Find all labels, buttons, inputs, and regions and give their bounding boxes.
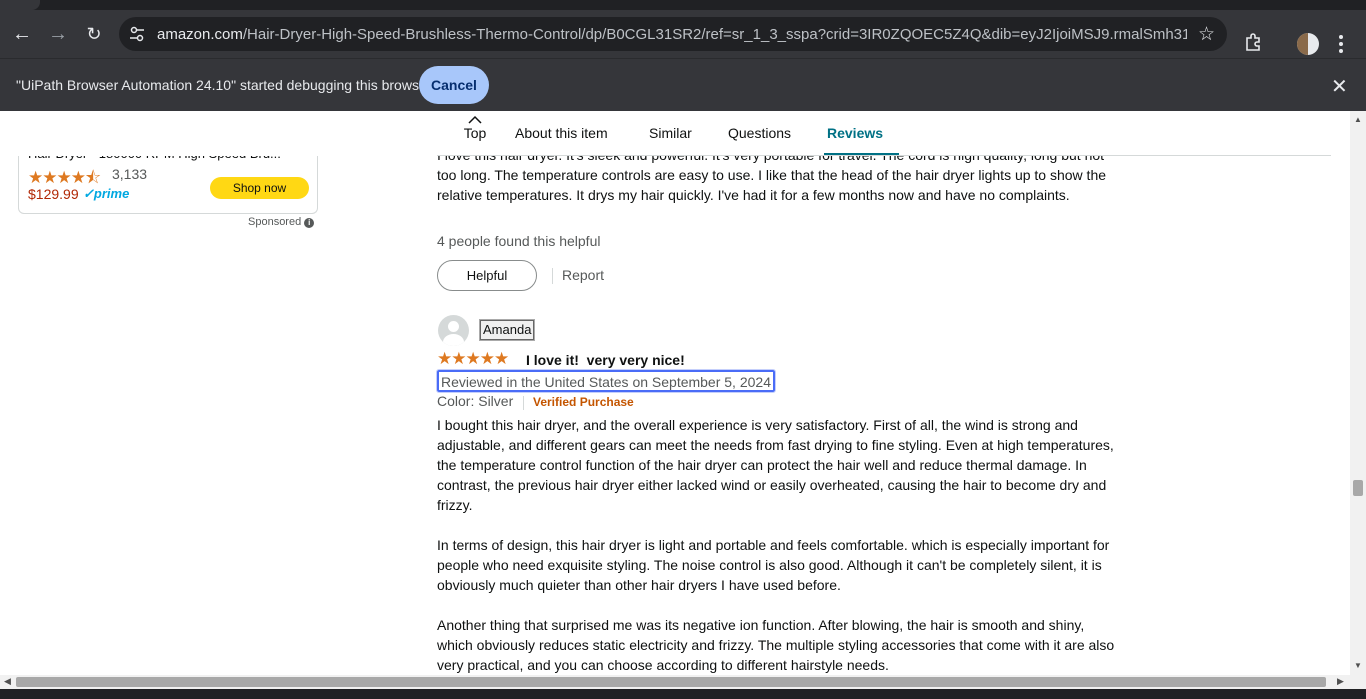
top-label: Top [463,125,487,141]
vertical-scrollbar[interactable]: ▲ ▼ [1350,111,1366,675]
url-host: amazon.com [157,26,243,43]
horizontal-scroll-thumb[interactable] [16,677,1326,687]
forward-arrow-icon[interactable]: → [46,22,70,46]
reload-icon[interactable]: ↻ [82,22,106,46]
kebab-menu-icon[interactable] [1333,32,1349,56]
url-path: /Hair-Dryer-High-Speed-Brushless-Thermo-… [242,26,1187,43]
tab-about-this-item[interactable]: About this item [515,125,608,141]
tab-similar[interactable]: Similar [649,125,692,141]
active-tab-edge[interactable] [0,0,40,10]
ad-rating-count[interactable]: 3,133 [112,166,147,182]
chevron-up-icon [468,115,482,124]
review-color-variant[interactable]: Color: Silver [437,393,513,409]
nav-divider [437,155,1331,156]
tab-questions[interactable]: Questions [728,125,791,141]
scroll-right-arrow-icon[interactable]: ▶ [1337,676,1344,687]
review-paragraph-2: In terms of design, this hair dryer is l… [437,537,1110,593]
review-paragraph-3: Another thing that surprised me was its … [437,617,1115,673]
page-content: Hair Dryer - 180000 RPM High Speed Bru..… [0,111,1350,675]
divider [552,268,553,284]
site-settings-icon[interactable] [129,26,145,42]
address-bar[interactable]: amazon.com/Hair-Dryer-High-Speed-Brushle… [119,17,1227,51]
window-bottom-edge [0,689,1366,699]
sponsored-label[interactable]: Sponsored i [248,216,315,228]
scroll-down-arrow-icon[interactable]: ▼ [1354,661,1362,670]
review-date: Reviewed in the United States on Septemb… [436,369,776,393]
bookmark-star-icon[interactable]: ☆ [1198,23,1215,46]
reviewer-avatar-icon [438,315,469,346]
review-title[interactable]: I love it! very very nice! [526,352,685,368]
tab-strip [0,0,1366,10]
back-to-top-button[interactable]: Top [460,115,490,141]
extensions-puzzle-icon[interactable] [1244,32,1264,52]
vertical-scroll-thumb[interactable] [1353,480,1363,496]
close-icon[interactable]: ✕ [1331,74,1348,99]
url-text[interactable]: amazon.com/Hair-Dryer-High-Speed-Brushle… [157,26,1187,43]
helpful-button[interactable]: Helpful [437,260,537,291]
browser-toolbar: ← → ↻ amazon.com/Hair-Dryer-High-Speed-B… [0,10,1366,58]
shop-now-button[interactable]: Shop now [210,177,309,199]
info-icon[interactable]: i [304,218,315,228]
review-paragraph-1: I bought this hair dryer, and the overal… [437,417,1114,513]
horizontal-scrollbar[interactable]: ◀ ▶ [0,675,1366,689]
report-link[interactable]: Report [562,267,604,283]
sticky-section-nav: Top About this item Similar Questions Re… [0,111,1350,156]
ad-price: $129.99 [28,186,79,202]
back-arrow-icon[interactable]: ← [10,22,34,46]
scroll-left-arrow-icon[interactable]: ◀ [4,676,11,687]
cancel-debug-button[interactable]: Cancel [419,66,489,104]
debugging-infobar: "UiPath Browser Automation 24.10" starte… [0,58,1366,111]
divider [523,396,524,410]
review-stars[interactable]: ★★★★★ [437,349,509,369]
reviewer-name[interactable]: Amanda [478,319,536,341]
helpful-count: 4 people found this helpful [437,233,601,249]
debug-message: "UiPath Browser Automation 24.10" starte… [16,77,432,93]
prime-badge: ✓prime [83,186,130,201]
scroll-up-arrow-icon[interactable]: ▲ [1354,115,1362,124]
profile-avatar-icon[interactable] [1297,33,1319,55]
tab-reviews[interactable]: Reviews [823,125,900,155]
sponsored-text: Sponsored [248,216,302,228]
verified-purchase-badge: Verified Purchase [533,395,634,409]
